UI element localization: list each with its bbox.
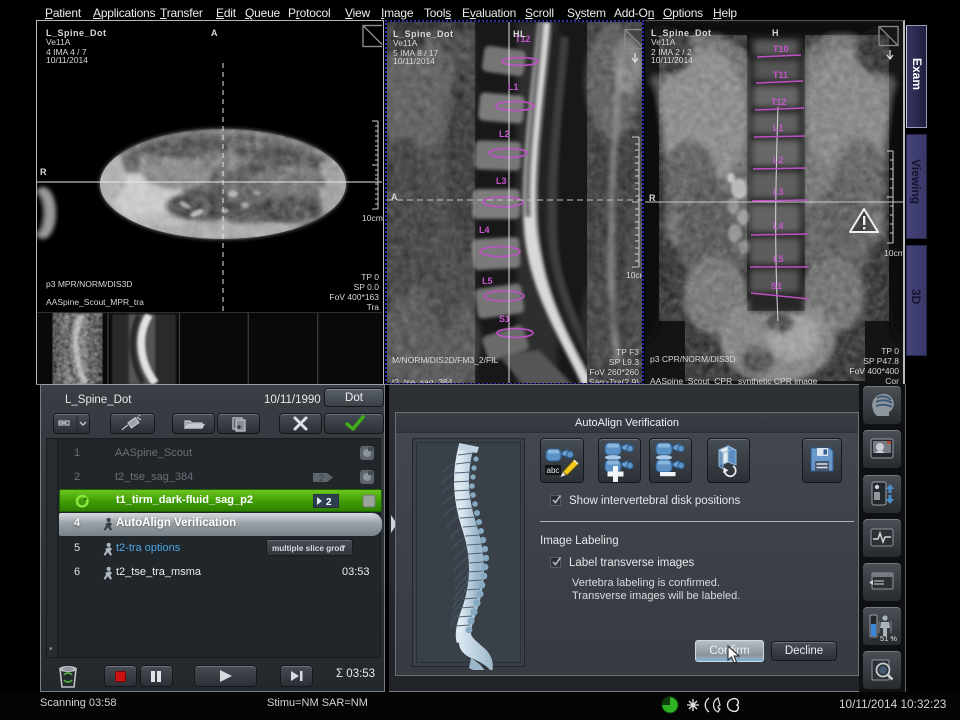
svg-text:2: 2 xyxy=(319,473,324,483)
svg-text:T11: T11 xyxy=(773,70,788,80)
svg-text:T12: T12 xyxy=(771,97,787,107)
svg-text:L3: L3 xyxy=(773,187,784,197)
svg-text:T10: T10 xyxy=(773,44,789,54)
svg-text:2: 2 xyxy=(326,497,332,508)
svg-text:L3: L3 xyxy=(496,176,507,186)
svg-text:S1: S1 xyxy=(499,314,510,324)
svg-text:L2: L2 xyxy=(499,129,510,139)
svg-text:L1: L1 xyxy=(508,82,519,92)
svg-text:L5: L5 xyxy=(482,276,493,286)
svg-text:abc: abc xyxy=(547,466,560,475)
svg-text:L4: L4 xyxy=(479,225,490,235)
svg-text:S1: S1 xyxy=(771,281,782,291)
svg-text:L5: L5 xyxy=(773,254,784,264)
svg-text:L2: L2 xyxy=(773,155,784,165)
svg-text:L1: L1 xyxy=(773,123,784,133)
svg-text:51 %: 51 % xyxy=(880,634,897,643)
svg-text:L4: L4 xyxy=(773,221,784,231)
